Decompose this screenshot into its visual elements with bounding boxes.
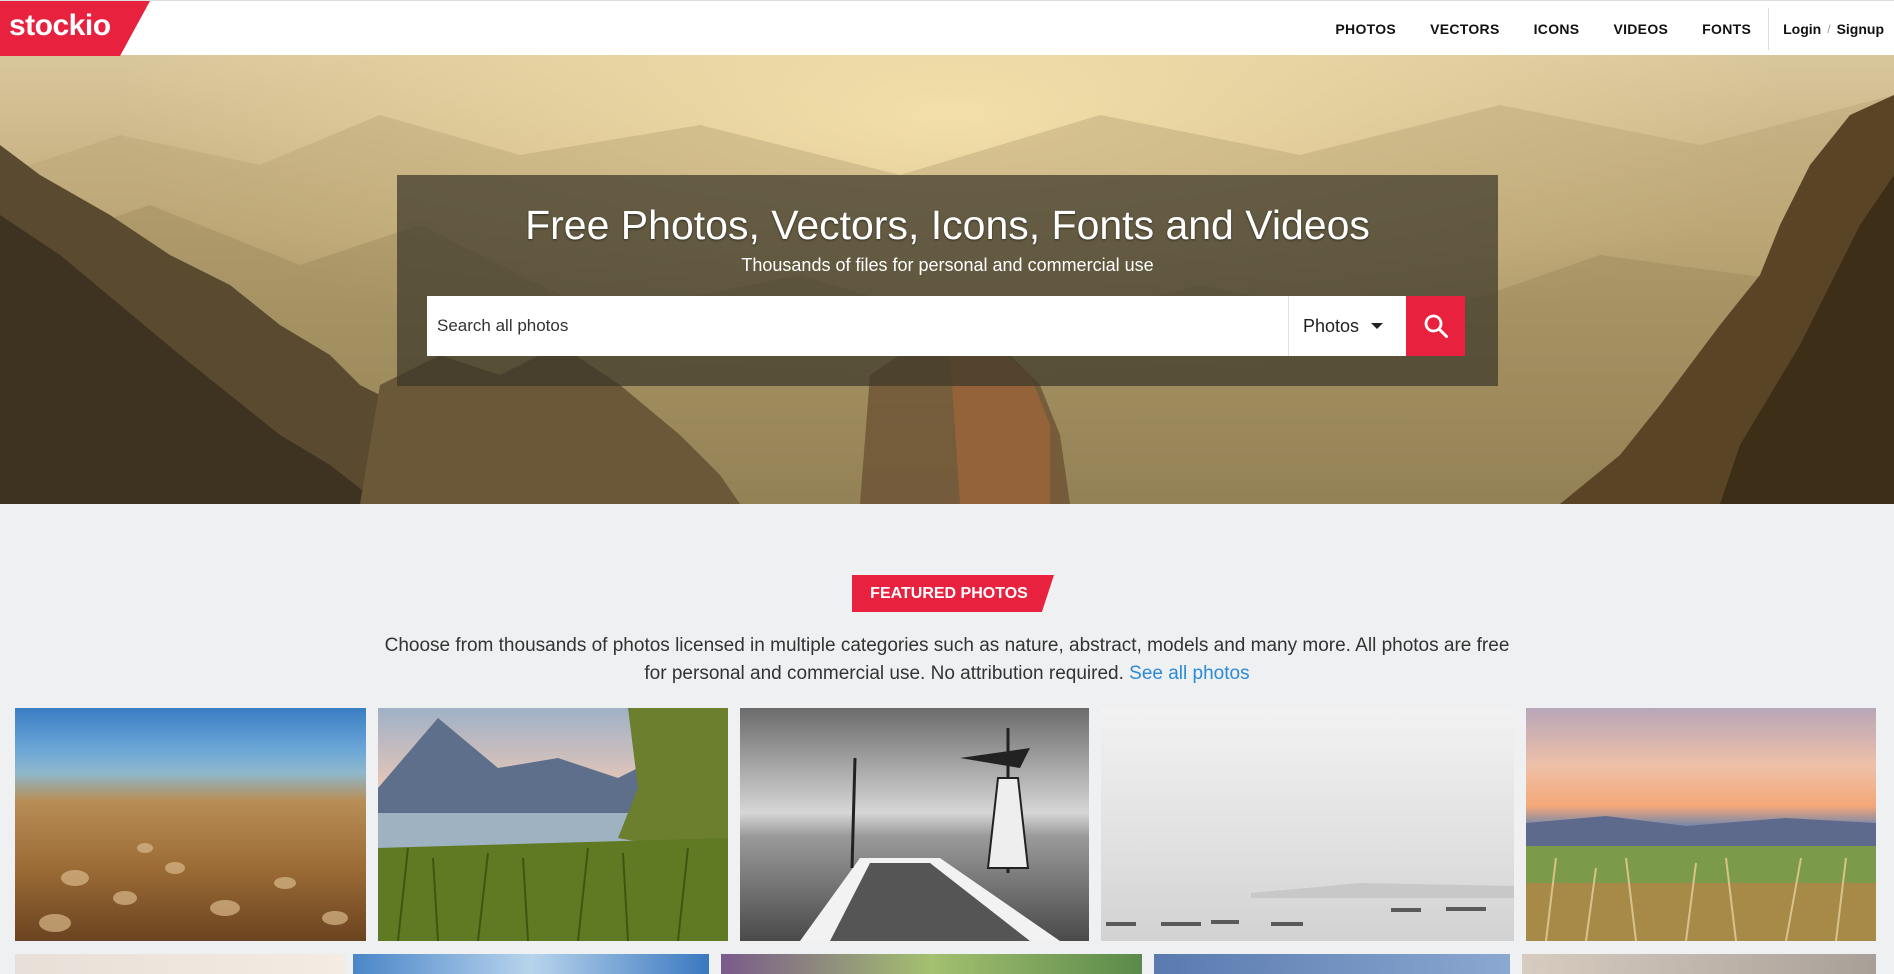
logo[interactable]: stockio	[0, 1, 150, 56]
hero-title: Free Photos, Vectors, Icons, Fonts and V…	[525, 202, 1370, 248]
login-link[interactable]: Login	[1783, 21, 1821, 37]
nav-photos[interactable]: PHOTOS	[1335, 21, 1396, 37]
search-type-value: Photos	[1303, 315, 1360, 336]
search-bar: Photos	[427, 296, 1465, 356]
photo-row2-3[interactable]	[721, 954, 1142, 974]
chevron-down-icon	[1371, 323, 1384, 329]
nav-divider	[1768, 7, 1770, 50]
see-all-photos-link[interactable]: See all photos	[1129, 663, 1249, 684]
auth-separator: /	[1827, 21, 1831, 36]
photo-sunset-field[interactable]	[1526, 708, 1876, 941]
nav-fonts[interactable]: FONTS	[1702, 21, 1751, 37]
hero-subtitle: Thousands of files for personal and comm…	[741, 255, 1154, 275]
photo-row2-2[interactable]	[353, 954, 709, 974]
signup-link[interactable]: Signup	[1837, 21, 1884, 37]
photo-foggy-sea[interactable]	[1101, 708, 1514, 941]
photo-row2-5[interactable]	[1522, 954, 1876, 974]
search-icon	[1424, 314, 1448, 338]
hero-banner: Free Photos, Vectors, Icons, Fonts and V…	[0, 55, 1894, 504]
featured-photo-grid	[0, 708, 1894, 974]
main-nav: PHOTOS VECTORS ICONS VIDEOS FONTS Login …	[1318, 1, 1894, 56]
photo-beach-pebbles[interactable]	[15, 708, 366, 941]
logo-text: stockio	[9, 9, 111, 42]
featured-photos-badge: FEATURED PHOTOS	[852, 575, 1054, 612]
photo-lake-grass[interactable]	[378, 708, 728, 941]
site-header: stockio PHOTOS VECTORS ICONS VIDEOS FONT…	[0, 0, 1894, 56]
nav-videos[interactable]: VIDEOS	[1613, 21, 1668, 37]
featured-description: Choose from thousands of photos licensed…	[380, 632, 1514, 688]
hero-search-panel: Free Photos, Vectors, Icons, Fonts and V…	[397, 175, 1498, 386]
photo-row2-1[interactable]	[15, 954, 345, 974]
photo-pier[interactable]	[740, 708, 1089, 941]
nav-vectors[interactable]: VECTORS	[1430, 21, 1500, 37]
photo-row2-4[interactable]	[1154, 954, 1510, 974]
nav-icons[interactable]: ICONS	[1534, 21, 1580, 37]
auth-links: Login / Signup	[1783, 21, 1884, 37]
search-input[interactable]	[427, 296, 1288, 356]
search-type-select[interactable]: Photos	[1288, 296, 1406, 356]
search-button[interactable]	[1406, 296, 1465, 356]
featured-description-text: Choose from thousands of photos licensed…	[384, 635, 1510, 684]
